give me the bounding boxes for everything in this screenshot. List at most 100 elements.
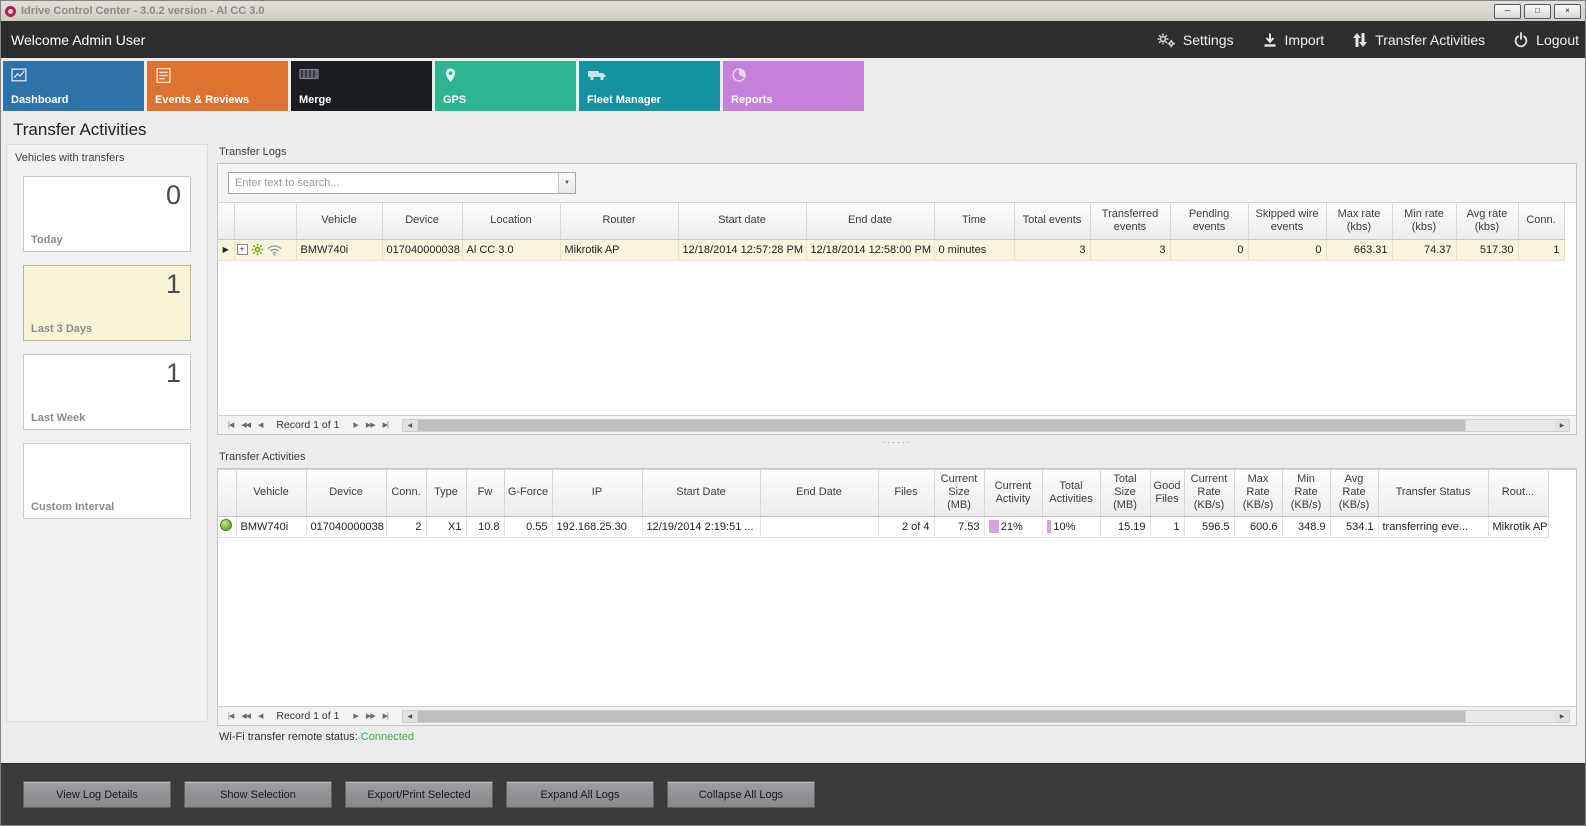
col-max-rate[interactable]: Max Rate (KB/s) bbox=[1234, 470, 1282, 516]
col-current-size[interactable]: Current Size (MB) bbox=[934, 470, 984, 516]
scroll-left-icon[interactable]: ◀ bbox=[403, 711, 417, 722]
col-end-date[interactable]: End date bbox=[806, 203, 934, 239]
cell-device: 017040000038 bbox=[382, 239, 462, 260]
col-pending-events[interactable]: Pending events bbox=[1170, 203, 1248, 239]
show-selection-button[interactable]: Show Selection bbox=[184, 781, 332, 808]
minimize-button[interactable]: ─ bbox=[1494, 4, 1521, 19]
cell-skipped-wire-events: 0 bbox=[1248, 239, 1326, 260]
expand-all-logs-button[interactable]: Expand All Logs bbox=[506, 781, 654, 808]
first-record-button[interactable]: |◀ bbox=[224, 421, 237, 429]
cell-vehicle: BMW740i bbox=[236, 516, 306, 537]
col-min-rate[interactable]: Min rate (kbs) bbox=[1392, 203, 1456, 239]
prev-page-button[interactable]: ◀◀ bbox=[237, 421, 254, 429]
panel-splitter[interactable]: ······ bbox=[217, 435, 1577, 449]
next-page-button[interactable]: ▶▶ bbox=[362, 712, 379, 720]
cell-fw: 10.8 bbox=[466, 516, 504, 537]
col-total-activities[interactable]: Total Activities bbox=[1042, 470, 1100, 516]
scroll-left-icon[interactable]: ◀ bbox=[403, 420, 417, 431]
col-files[interactable]: Files bbox=[878, 470, 934, 516]
close-button[interactable]: × bbox=[1554, 4, 1581, 19]
prev-record-button[interactable]: ◀ bbox=[254, 421, 266, 429]
transfer-activities-button[interactable]: Transfer Activities bbox=[1352, 32, 1485, 48]
col-device[interactable]: Device bbox=[306, 470, 386, 516]
col-vehicle[interactable]: Vehicle bbox=[236, 470, 306, 516]
horizontal-scrollbar[interactable]: ◀ ▶ bbox=[402, 419, 1570, 432]
nav-tile-gps[interactable]: GPS bbox=[435, 61, 576, 111]
settings-button[interactable]: Settings bbox=[1156, 31, 1234, 49]
nav-tile-fleet-manager[interactable]: Fleet Manager bbox=[579, 61, 720, 111]
col-end-date[interactable]: End Date bbox=[760, 470, 878, 516]
search-dropdown-button[interactable]: ▼ bbox=[558, 173, 575, 193]
transfer-activities-title: Transfer Activities bbox=[219, 451, 1577, 465]
cell-device: 017040000038 bbox=[306, 516, 386, 537]
next-record-button[interactable]: ▶ bbox=[349, 712, 361, 720]
search-input[interactable] bbox=[229, 173, 558, 193]
scroll-right-icon[interactable]: ▶ bbox=[1555, 711, 1569, 722]
col-conn[interactable]: Conn. bbox=[1518, 203, 1564, 239]
nav-tile-merge[interactable]: Merge bbox=[291, 61, 432, 111]
col-start-date[interactable]: Start date bbox=[678, 203, 806, 239]
col-current-rate[interactable]: Current Rate (KB/s) bbox=[1184, 470, 1234, 516]
col-conn[interactable]: Conn. bbox=[386, 470, 426, 516]
transfer-logs-grid: Vehicle Device Location Router Start dat… bbox=[218, 202, 1576, 415]
cell-end-date bbox=[760, 516, 878, 537]
col-vehicle[interactable]: Vehicle bbox=[296, 203, 382, 239]
table-row[interactable]: BMW740i 017040000038 2 X1 10.8 0.55 192.… bbox=[218, 516, 1548, 537]
filter-card-today[interactable]: 0 Today bbox=[23, 176, 191, 252]
titlebar[interactable]: Idrive Control Center - 3.0.2 version - … bbox=[1, 1, 1585, 21]
col-fw[interactable]: Fw bbox=[466, 470, 504, 516]
col-transfer-status[interactable]: Transfer Status bbox=[1378, 470, 1488, 516]
col-time[interactable]: Time bbox=[934, 203, 1014, 239]
filter-card-last-week[interactable]: 1 Last Week bbox=[23, 354, 191, 430]
col-transferred-events[interactable]: Transferred events bbox=[1090, 203, 1170, 239]
col-current-activity[interactable]: Current Activity bbox=[984, 470, 1042, 516]
filter-card-last-3-days[interactable]: 1 Last 3 Days bbox=[23, 265, 191, 341]
transfer-activities-panel: Vehicle Device Conn. Type Fw G-Force IP … bbox=[217, 468, 1577, 726]
import-button[interactable]: Import bbox=[1262, 32, 1325, 48]
logout-button[interactable]: Logout bbox=[1513, 32, 1579, 48]
col-avg-rate[interactable]: Avg Rate (KB/s) bbox=[1330, 470, 1378, 516]
nav-tile-reports[interactable]: Reports bbox=[723, 61, 864, 111]
nav-tile-label: Reports bbox=[731, 94, 773, 106]
prev-page-button[interactable]: ◀◀ bbox=[237, 712, 254, 720]
view-log-details-button[interactable]: View Log Details bbox=[23, 781, 171, 808]
filter-card-custom-interval[interactable]: Custom Interval bbox=[23, 443, 191, 519]
activities-pager: |◀ ◀◀ ◀ Record 1 of 1 ▶ ▶▶ ▶| ◀ ▶ bbox=[218, 706, 1576, 725]
col-skipped-wire-events[interactable]: Skipped wire events bbox=[1248, 203, 1326, 239]
export-print-selected-button[interactable]: Export/Print Selected bbox=[345, 781, 493, 808]
col-total-events[interactable]: Total events bbox=[1014, 203, 1090, 239]
horizontal-scrollbar[interactable]: ◀ ▶ bbox=[402, 710, 1570, 723]
table-row[interactable]: ▶ + bbox=[218, 239, 1564, 260]
col-min-rate[interactable]: Min Rate (KB/s) bbox=[1282, 470, 1330, 516]
col-max-rate[interactable]: Max rate (kbs) bbox=[1326, 203, 1392, 239]
next-record-button[interactable]: ▶ bbox=[349, 421, 361, 429]
next-page-button[interactable]: ▶▶ bbox=[362, 421, 379, 429]
scrollbar-thumb[interactable] bbox=[417, 711, 1467, 722]
col-total-size[interactable]: Total Size (MB) bbox=[1100, 470, 1150, 516]
maximize-button[interactable]: □ bbox=[1524, 4, 1551, 19]
col-avg-rate[interactable]: Avg rate (kbs) bbox=[1456, 203, 1518, 239]
expand-row-icon[interactable]: + bbox=[237, 244, 248, 255]
vehicles-with-transfers-panel: Vehicles with transfers 0 Today 1 Last 3… bbox=[6, 144, 208, 722]
nav-tile-events-reviews[interactable]: Events & Reviews bbox=[147, 61, 288, 111]
scroll-right-icon[interactable]: ▶ bbox=[1555, 420, 1569, 431]
col-location[interactable]: Location bbox=[462, 203, 560, 239]
col-start-date[interactable]: Start Date bbox=[642, 470, 760, 516]
col-ip[interactable]: IP bbox=[552, 470, 642, 516]
logs-pager: |◀ ◀◀ ◀ Record 1 of 1 ▶ ▶▶ ▶| ◀ ▶ bbox=[218, 415, 1576, 434]
col-device[interactable]: Device bbox=[382, 203, 462, 239]
last-record-button[interactable]: ▶| bbox=[379, 712, 392, 720]
first-record-button[interactable]: |◀ bbox=[224, 712, 237, 720]
nav-tile-dashboard[interactable]: Dashboard bbox=[3, 61, 144, 111]
last-record-button[interactable]: ▶| bbox=[379, 421, 392, 429]
col-router[interactable]: Router bbox=[560, 203, 678, 239]
col-g-force[interactable]: G-Force bbox=[504, 470, 552, 516]
scrollbar-thumb[interactable] bbox=[417, 420, 1467, 431]
collapse-all-logs-button[interactable]: Collapse All Logs bbox=[667, 781, 815, 808]
card-count: 0 bbox=[166, 180, 181, 211]
col-type[interactable]: Type bbox=[426, 470, 466, 516]
col-router[interactable]: Rout... bbox=[1488, 470, 1548, 516]
cell-ip: 192.168.25.30 bbox=[552, 516, 642, 537]
prev-record-button[interactable]: ◀ bbox=[254, 712, 266, 720]
col-good-files[interactable]: Good Files bbox=[1150, 470, 1184, 516]
